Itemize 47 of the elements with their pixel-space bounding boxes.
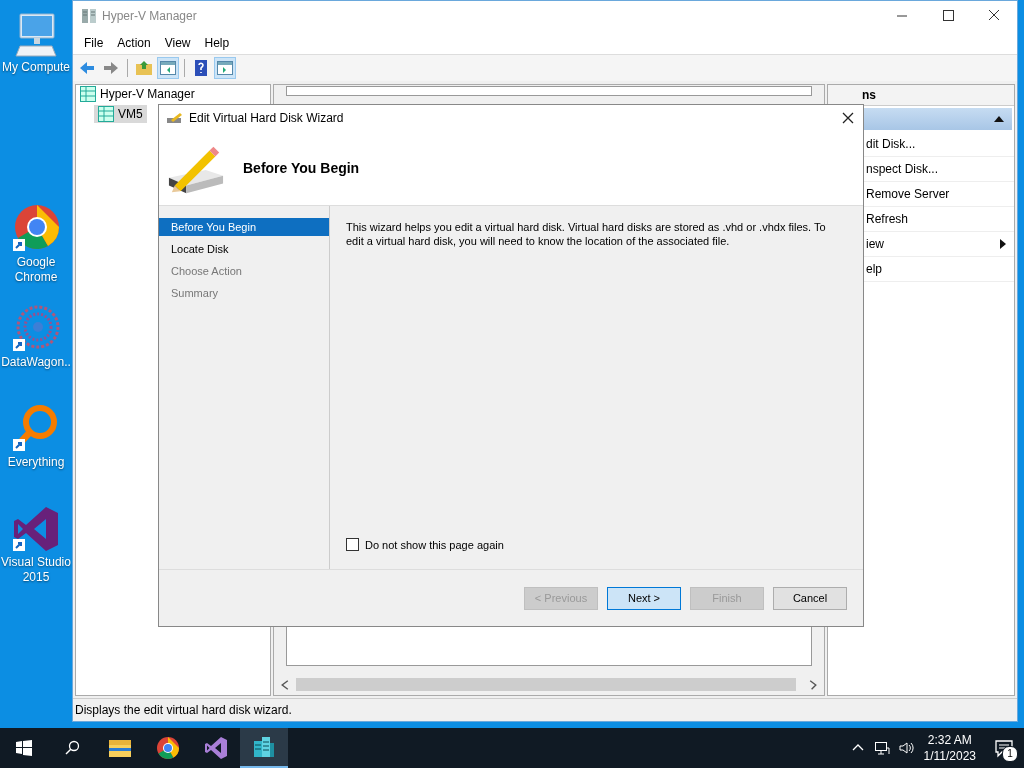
desktop-icon-label[interactable]: Google Chrome xyxy=(0,255,72,285)
desktop-icon-label[interactable]: DataWagon.. xyxy=(0,355,72,370)
collapse-caret-icon[interactable] xyxy=(994,116,1004,122)
desktop-icon-label[interactable]: Everything xyxy=(0,455,72,470)
dialog-title: Edit Virtual Hard Disk Wizard xyxy=(189,111,344,125)
server-icon xyxy=(81,8,97,24)
visual-studio-shortcut-icon[interactable] xyxy=(12,505,60,553)
wizard-button[interactable]: Cancel xyxy=(773,586,847,610)
desktop-icon-label[interactable]: My Compute xyxy=(0,60,72,75)
submenu-arrow-icon xyxy=(1000,239,1006,249)
server-stack-icon xyxy=(252,735,276,759)
chrome-icon xyxy=(156,736,180,760)
clock[interactable]: 2:32 AM 1/11/2023 xyxy=(917,732,984,764)
chrome-shortcut-icon[interactable] xyxy=(12,205,60,253)
menu-item[interactable]: View xyxy=(157,32,198,53)
show-hide-tree-icon[interactable] xyxy=(158,58,178,78)
magnifier-shortcut-icon[interactable] xyxy=(12,405,60,453)
disk-pencil-icon xyxy=(167,112,183,124)
pane-header: ns xyxy=(828,85,1014,106)
wizard-step[interactable]: Locate Disk xyxy=(159,240,329,258)
tree-item[interactable]: Hyper-V Manager xyxy=(76,85,199,103)
visual-studio-icon xyxy=(204,736,228,760)
computer-icon[interactable] xyxy=(12,10,60,58)
desktop-icon-label[interactable]: Visual Studio 2015 xyxy=(0,555,72,585)
show-hide-action-pane-icon[interactable] xyxy=(215,58,235,78)
wizard-step[interactable]: Before You Begin xyxy=(159,218,329,236)
server-grid-icon xyxy=(80,86,96,102)
menu-item[interactable]: File xyxy=(77,32,111,53)
tree-item[interactable]: VM5 xyxy=(94,105,147,123)
page-heading: Before You Begin xyxy=(243,160,360,176)
window-title: Hyper-V Manager xyxy=(102,9,197,23)
time-text: 2:32 AM xyxy=(927,732,972,748)
close-icon[interactable] xyxy=(841,111,855,125)
folder-up-icon[interactable] xyxy=(134,58,154,78)
checkbox[interactable] xyxy=(346,538,359,551)
notifications-icon[interactable] xyxy=(994,738,1014,758)
flower-shortcut-icon[interactable] xyxy=(12,305,60,353)
menu-item[interactable]: Help xyxy=(197,32,237,53)
description-text: This wizard helps you edit a virtual hard disk. Virtual hard disks are stored as .vhd or .vhdx files. To edit a virtual hard disk, you will need to know the location of the associated file. xyxy=(346,220,827,248)
menu-item[interactable]: Action xyxy=(110,32,158,53)
taskbar-button[interactable] xyxy=(240,728,288,768)
date-text: 1/11/2023 xyxy=(923,748,976,764)
notification-count: 1 xyxy=(1002,746,1018,762)
server-grid-icon xyxy=(98,106,114,122)
checkbox-label[interactable]: Do not show this page again xyxy=(365,538,504,551)
wizard-button[interactable]: Next > xyxy=(607,586,681,610)
status-text: Displays the edit virtual hard disk wizard. xyxy=(75,703,292,717)
